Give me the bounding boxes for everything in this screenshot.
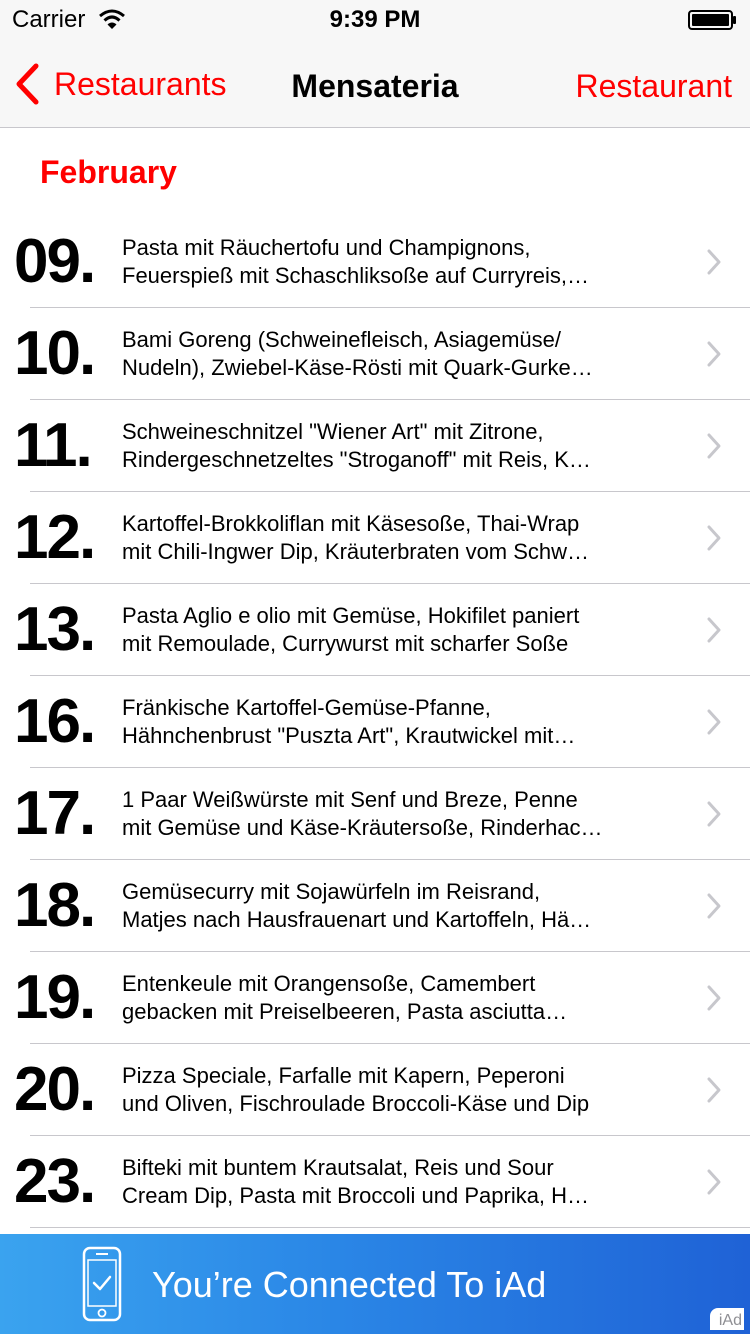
day-number: 20. [14, 1055, 96, 1124]
meal-line-1: Bifteki mit buntem Krautsalat, Reis und … [122, 1155, 554, 1180]
meal-line-2: Nudeln), Zwiebel-Käse-Rösti mit Quark-Gu… [122, 355, 593, 380]
meal-line-1: Gemüsecurry mit Sojawürfeln im Reisrand, [122, 879, 541, 904]
iad-banner[interactable]: You’re Connected To iAd iAd [0, 1234, 750, 1334]
menu-row[interactable]: 16. Fränkische Kartoffel-Gemüse-Pfanne, … [0, 676, 750, 768]
chevron-right-icon [707, 1169, 721, 1195]
meal-line-1: Pasta mit Räuchertofu und Champignons, [122, 235, 531, 260]
meal-line-1: Fränkische Kartoffel-Gemüse-Pfanne, [122, 695, 491, 720]
menu-row[interactable]: 10. Bami Goreng (Schweinefleisch, Asiage… [0, 308, 750, 400]
chevron-right-icon [707, 709, 721, 735]
meal-line-1: Schweineschnitzel "Wiener Art" mit Zitro… [122, 419, 544, 444]
chevron-right-icon [707, 801, 721, 827]
meal-line-2: gebacken mit Preiselbeeren, Pasta asciut… [122, 999, 568, 1024]
phone-check-icon [82, 1246, 122, 1322]
meal-description: Bifteki mit buntem Krautsalat, Reis und … [122, 1154, 670, 1210]
chevron-right-icon [707, 249, 721, 275]
meal-line-2: mit Gemüse und Käse-Kräutersoße, Rinderh… [122, 815, 603, 840]
chevron-right-icon [707, 1077, 721, 1103]
meal-line-1: Bami Goreng (Schweinefleisch, Asiagemüse… [122, 327, 561, 352]
meal-line-2: und Oliven, Fischroulade Broccoli-Käse u… [122, 1091, 590, 1116]
meal-description: Fränkische Kartoffel-Gemüse-Pfanne, Hähn… [122, 694, 670, 750]
menu-row[interactable]: 18. Gemüsecurry mit Sojawürfeln im Reisr… [0, 860, 750, 952]
menu-row[interactable]: 23. Bifteki mit buntem Krautsalat, Reis … [0, 1136, 750, 1228]
chevron-right-icon [707, 893, 721, 919]
chevron-right-icon [707, 433, 721, 459]
status-bar: Carrier 9:39 PM [0, 0, 750, 40]
meal-description: Pizza Speciale, Farfalle mit Kapern, Pep… [122, 1062, 670, 1118]
meal-description: Pasta mit Räuchertofu und Champignons, F… [122, 234, 670, 290]
meal-description: Entenkeule mit Orangensoße, Camembert ge… [122, 970, 670, 1026]
navigation-bar: Restaurants Mensateria Restaurant [0, 40, 750, 128]
meal-description: Gemüsecurry mit Sojawürfeln im Reisrand,… [122, 878, 670, 934]
menu-row[interactable]: 11. Schweineschnitzel "Wiener Art" mit Z… [0, 400, 750, 492]
meal-description: Pasta Aglio e olio mit Gemüse, Hokifilet… [122, 602, 670, 658]
meal-line-1: 1 Paar Weißwürste mit Senf und Breze, Pe… [122, 787, 578, 812]
row-divider [30, 1227, 750, 1228]
meal-line-1: Entenkeule mit Orangensoße, Camembert [122, 971, 536, 996]
iad-banner-text: You’re Connected To iAd [152, 1264, 547, 1305]
battery-icon [688, 10, 736, 30]
day-number: 23. [14, 1147, 96, 1216]
day-number: 16. [14, 687, 96, 756]
menu-list: 09. Pasta mit Räuchertofu und Champignon… [0, 216, 750, 1228]
day-number: 17. [14, 779, 96, 848]
meal-description: Bami Goreng (Schweinefleisch, Asiagemüse… [122, 326, 670, 382]
meal-line-2: Hähnchenbrust "Puszta Art", Krautwickel … [122, 723, 576, 748]
day-number: 09. [14, 227, 96, 296]
chevron-right-icon [707, 985, 721, 1011]
meal-description: Kartoffel-Brokkoliflan mit Käsesoße, Tha… [122, 510, 670, 566]
meal-line-2: mit Remoulade, Currywurst mit scharfer S… [122, 631, 569, 656]
meal-line-2: Cream Dip, Pasta mit Broccoli und Paprik… [122, 1183, 590, 1208]
meal-line-1: Pasta Aglio e olio mit Gemüse, Hokifilet… [122, 603, 580, 628]
chevron-right-icon [707, 525, 721, 551]
menu-row[interactable]: 20. Pizza Speciale, Farfalle mit Kapern,… [0, 1044, 750, 1136]
chevron-right-icon [707, 617, 721, 643]
section-header-month: February [40, 154, 177, 190]
day-number: 10. [14, 319, 96, 388]
chevron-right-icon [707, 341, 721, 367]
day-number: 12. [14, 503, 96, 572]
menu-row[interactable]: 09. Pasta mit Räuchertofu und Champignon… [0, 216, 750, 308]
iad-badge-label: iAd [718, 1312, 742, 1329]
meal-line-1: Pizza Speciale, Farfalle mit Kapern, Pep… [122, 1063, 565, 1088]
meal-line-2: Matjes nach Hausfrauenart und Kartoffeln… [122, 907, 592, 932]
meal-line-2: Feuerspieß mit Schaschliksoße auf Curryr… [122, 263, 590, 288]
menu-row[interactable]: 13. Pasta Aglio e olio mit Gemüse, Hokif… [0, 584, 750, 676]
restaurant-button[interactable]: Restaurant [575, 68, 732, 105]
day-number: 18. [14, 871, 96, 940]
menu-row[interactable]: 17. 1 Paar Weißwürste mit Senf und Breze… [0, 768, 750, 860]
meal-description: Schweineschnitzel "Wiener Art" mit Zitro… [122, 418, 670, 474]
meal-line-2: mit Chili-Ingwer Dip, Kräuterbraten vom … [122, 539, 590, 564]
day-number: 13. [14, 595, 96, 664]
meal-line-2: Rindergeschnetzeltes "Stroganoff" mit Re… [122, 447, 591, 472]
menu-row[interactable]: 12. Kartoffel-Brokkoliflan mit Käsesoße,… [0, 492, 750, 584]
day-number: 11. [14, 411, 93, 480]
meal-description: 1 Paar Weißwürste mit Senf und Breze, Pe… [122, 786, 670, 842]
menu-row[interactable]: 19. Entenkeule mit Orangensoße, Camember… [0, 952, 750, 1044]
meal-line-1: Kartoffel-Brokkoliflan mit Käsesoße, Tha… [122, 511, 580, 536]
day-number: 19. [14, 963, 96, 1032]
iad-badge: iAd [710, 1308, 744, 1330]
status-time: 9:39 PM [329, 6, 421, 33]
